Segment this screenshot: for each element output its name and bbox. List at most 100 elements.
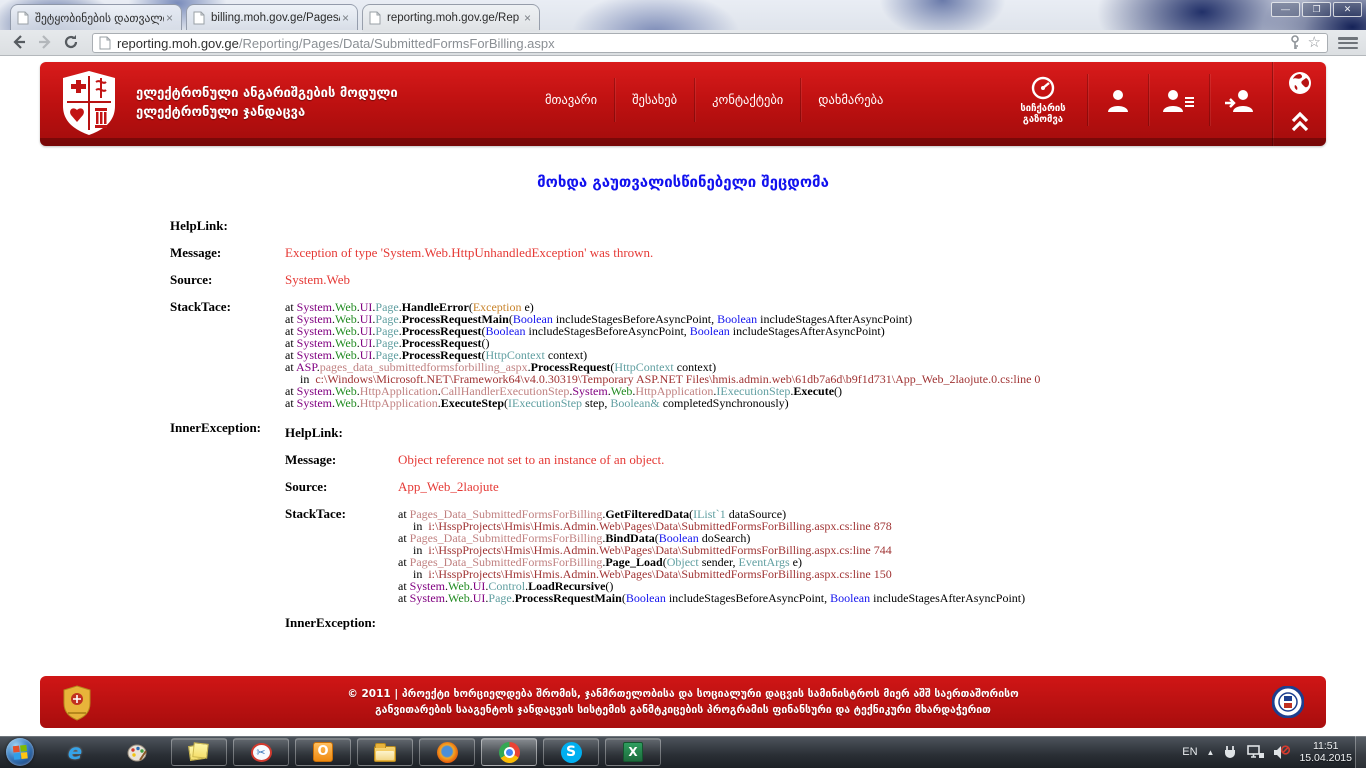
windows-flag-icon: [12, 744, 28, 760]
restore-button[interactable]: ❐: [1302, 2, 1331, 17]
round-emblem: [1272, 686, 1304, 723]
close-icon[interactable]: ×: [164, 11, 175, 25]
screen: შეტყობინების დათვალი × billing.moh.gov.g…: [0, 0, 1366, 768]
source-label: Source:: [285, 479, 398, 495]
message-value: Exception of type 'System.Web.HttpUnhand…: [285, 245, 653, 261]
taskbar-items: e ✂ O: [44, 736, 664, 768]
tab-notifications[interactable]: შეტყობინების დათვალი ×: [10, 4, 182, 30]
source-value: System.Web: [285, 272, 350, 288]
key-icon[interactable]: [1288, 35, 1302, 51]
speed-test-button[interactable]: სიჩქარის გაზომვა: [1007, 75, 1079, 125]
source-row: Source: System.Web: [170, 267, 1366, 294]
nav-item-home[interactable]: მთავარი: [528, 78, 614, 122]
error-details-table: HelpLink: Message: Exception of type 'Sy…: [170, 213, 1366, 643]
stacktrace-row: StackTace: at System.Web.UI.Page.HandleE…: [170, 294, 1366, 415]
bookmark-star-icon[interactable]: ☆: [1308, 34, 1321, 52]
tab-billing[interactable]: billing.moh.gov.ge/Pages/ ×: [186, 4, 358, 30]
url-text[interactable]: reporting.moh.gov.ge/Reporting/Pages/Dat…: [117, 36, 1288, 51]
divider: [1209, 74, 1210, 126]
helplink-row: HelpLink:: [285, 420, 1025, 447]
forward-button[interactable]: [34, 33, 56, 53]
nav-item-about[interactable]: შესახებ: [614, 78, 694, 122]
user-details-button[interactable]: [1157, 86, 1201, 114]
page-favicon: [17, 11, 29, 25]
header-bottom-strip: [40, 138, 1326, 146]
page-favicon: [99, 36, 111, 50]
language-globe-button[interactable]: [1273, 71, 1326, 95]
message-label: Message:: [170, 245, 285, 261]
language-indicator[interactable]: EN: [1182, 746, 1197, 758]
helplink-label: HelpLink:: [285, 425, 398, 441]
taskbar-item-explorer[interactable]: [357, 738, 413, 766]
reload-button[interactable]: [60, 33, 82, 53]
logout-button[interactable]: [1218, 86, 1262, 114]
back-button[interactable]: [8, 33, 30, 53]
url-host: reporting.moh.gov.ge: [117, 36, 239, 51]
stack-trace: at System.Web.UI.Page.HandleError(Except…: [285, 299, 1040, 409]
site-title: ელექტრონული ანგარიშგების მოდული ელექტრონ…: [136, 84, 398, 122]
reload-icon: [62, 33, 80, 51]
footer-line2: განვითარების სააგენტოს ჯანდაცვის სისტემი…: [40, 702, 1326, 718]
taskbar-clock[interactable]: 11:51 15.04.2015: [1299, 740, 1352, 764]
source-row: Source: App_Web_2laojute: [285, 474, 1025, 501]
internet-explorer-icon: e: [64, 741, 86, 763]
power-plug-icon[interactable]: [1223, 745, 1238, 760]
footer-line1: © 2011 | პროექტი ხორციელდება შრომის, ჯან…: [40, 686, 1326, 702]
excel-icon: X: [622, 741, 644, 763]
chrome-icon: [498, 741, 520, 763]
source-label: Source:: [170, 272, 285, 288]
tab-title: შეტყობინების დათვალი: [35, 11, 164, 25]
globe-icon: [1288, 71, 1312, 95]
shield-logo[interactable]: [60, 70, 118, 141]
site-footer: © 2011 | პროექტი ხორციელდება შრომის, ჯან…: [40, 676, 1326, 728]
tab-reporting-active[interactable]: reporting.moh.gov.ge/Rep ×: [362, 4, 540, 30]
clock-date: 15.04.2015: [1299, 752, 1352, 764]
close-icon[interactable]: ×: [522, 11, 533, 25]
innerexception-label: InnerException:: [285, 615, 398, 631]
tab-title: billing.moh.gov.ge/Pages/: [211, 12, 340, 24]
taskbar-item-excel[interactable]: X: [605, 738, 661, 766]
error-page-title: მოხდა გაუთვალისწინებელი შეცდომა: [0, 173, 1366, 191]
tray-arrow-icon[interactable]: ▲: [1207, 748, 1215, 757]
stacktrace-label: StackTace:: [285, 506, 398, 604]
message-label: Message:: [285, 452, 398, 468]
system-tray: EN ▲ 11:51 15.04.2015: [1182, 736, 1352, 768]
minimize-button[interactable]: —: [1271, 2, 1300, 17]
menu-icon[interactable]: [1338, 37, 1358, 49]
taskbar-item-internet-explorer[interactable]: e: [47, 738, 103, 766]
double-chevron-up-icon: [1289, 111, 1311, 133]
header-tools: სიჩქარის გაზომვა: [1007, 62, 1262, 138]
footer-text: © 2011 | პროექტი ხორციელდება შრომის, ჯან…: [40, 676, 1326, 718]
taskbar-item-outlook[interactable]: O: [295, 738, 351, 766]
site-title-line1: ელექტრონული ანგარიშგების მოდული: [136, 84, 398, 103]
show-desktop-strip[interactable]: [1355, 736, 1366, 768]
taskbar-item-chrome[interactable]: [481, 738, 537, 766]
paint-icon: [126, 741, 148, 763]
taskbar-item-firefox[interactable]: [419, 738, 475, 766]
nav-item-contacts[interactable]: კონტაქტები: [694, 78, 800, 122]
taskbar-item-snipping-tool[interactable]: ✂: [233, 738, 289, 766]
address-bar[interactable]: reporting.moh.gov.ge/Reporting/Pages/Dat…: [92, 33, 1328, 53]
message-value: Object reference not set to an instance …: [398, 452, 664, 468]
close-icon[interactable]: ×: [340, 11, 351, 25]
source-value: App_Web_2laojute: [398, 479, 499, 495]
taskbar-item-paint[interactable]: [109, 738, 165, 766]
network-icon[interactable]: [1247, 745, 1264, 759]
start-button[interactable]: [6, 738, 34, 766]
firefox-icon: [436, 741, 458, 763]
browser-toolbar: reporting.moh.gov.ge/Reporting/Pages/Dat…: [0, 30, 1366, 56]
gauge-icon: [1030, 75, 1056, 101]
error-content: მოხდა გაუთვალისწინებელი შეცდომა HelpLink…: [0, 146, 1366, 643]
collapse-header-button[interactable]: [1273, 111, 1326, 133]
close-window-button[interactable]: ✕: [1333, 2, 1362, 17]
stacktrace-row: StackTace: at Pages_Data_SubmittedFormsF…: [285, 501, 1025, 610]
web-page: ელექტრონული ანგარიშგების მოდული ელექტრონ…: [0, 56, 1366, 736]
taskbar-item-skype[interactable]: S: [543, 738, 599, 766]
nav-item-help[interactable]: დახმარება: [800, 78, 900, 122]
user-list-icon: [1162, 86, 1196, 114]
taskbar-item-sticky-notes[interactable]: [171, 738, 227, 766]
profile-button[interactable]: [1096, 86, 1140, 114]
stack-trace: at Pages_Data_SubmittedFormsForBilling.G…: [398, 506, 1025, 604]
stack-line: at System.Web.HttpApplication.ExecuteSte…: [285, 397, 1040, 409]
muted-speaker-icon[interactable]: [1273, 745, 1290, 760]
